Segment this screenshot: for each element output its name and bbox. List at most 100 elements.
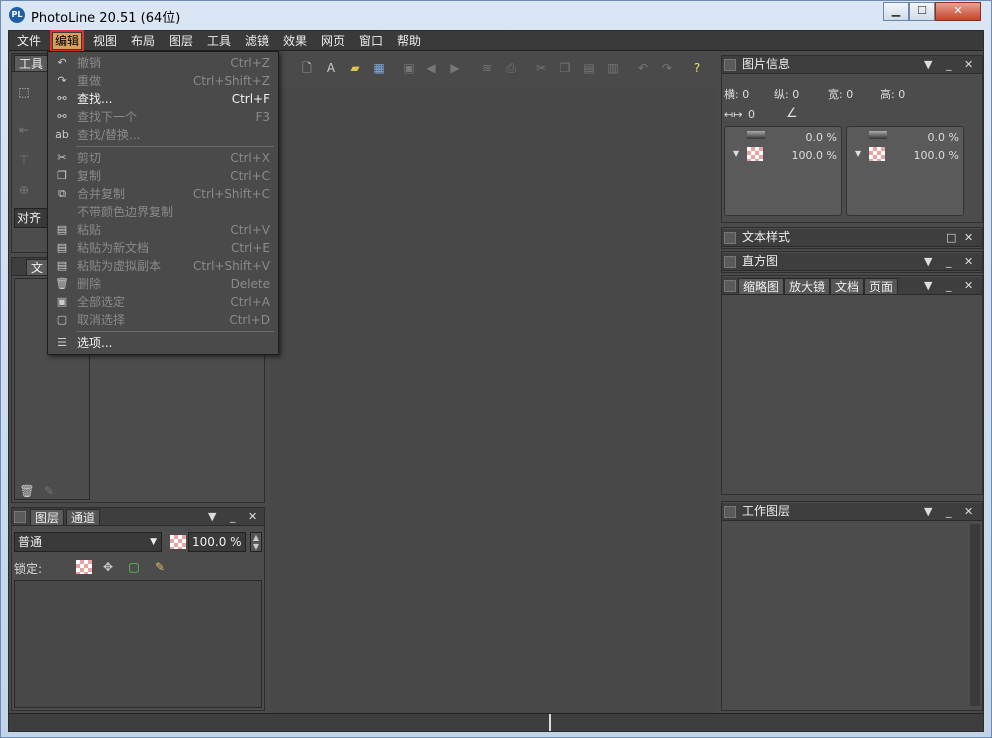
color-box-2[interactable]: 0.0 % ▼ 100.0 %: [846, 126, 964, 216]
edit-menu-item-5[interactable]: ✂ 剪切 Ctrl+X: [48, 149, 278, 167]
tab-document[interactable]: 文: [26, 259, 49, 276]
brush-panel-icon[interactable]: ✎: [41, 483, 57, 499]
panel-close-icon[interactable]: ✕: [964, 503, 973, 520]
tab-tools[interactable]: 工具: [14, 55, 49, 72]
paste-special-icon[interactable]: ▥: [605, 60, 621, 76]
edit-menu-item-14[interactable]: ▢ 取消选择 Ctrl+D: [48, 311, 278, 329]
edit-menu-item-1[interactable]: ↷ 重做 Ctrl+Shift+Z: [48, 72, 278, 90]
select-tool-icon[interactable]: ⬚: [16, 84, 32, 100]
minimize-button[interactable]: ▁: [883, 2, 909, 21]
panel-minimize-icon[interactable]: _: [946, 503, 952, 520]
scan-icon[interactable]: ≋: [479, 60, 495, 76]
panel-menu-arrow-icon[interactable]: ▼: [924, 503, 932, 520]
panel-minimize-icon[interactable]: _: [946, 277, 952, 294]
opacity-field[interactable]: 100.0 %: [188, 532, 246, 552]
align-left-icon[interactable]: ⇤: [16, 122, 32, 138]
menu-item-10[interactable]: 帮助: [395, 33, 423, 49]
edit-menu-item-3[interactable]: ⚯ 查找下一个 F3: [48, 108, 278, 126]
edit-menu-item-12[interactable]: 🗑 删除 Delete: [48, 275, 278, 293]
tab-document-nav[interactable]: 文档: [830, 278, 865, 295]
panel-close-icon[interactable]: ✕: [964, 56, 973, 73]
layers-list[interactable]: [14, 580, 262, 708]
edit-menu-item-9[interactable]: ▤ 粘贴 Ctrl+V: [48, 221, 278, 239]
new-document-icon[interactable]: 🗋: [299, 60, 315, 76]
tab-layers[interactable]: 图层: [30, 509, 65, 526]
lock-crop-icon[interactable]: ▢: [126, 559, 142, 575]
print-icon[interactable]: ⎙: [503, 60, 519, 76]
panel-close-icon[interactable]: ✕: [248, 508, 257, 525]
back-arrow-icon[interactable]: ◀: [423, 60, 439, 76]
panel-pin-icon[interactable]: [724, 59, 736, 71]
tab-magnifier[interactable]: 放大镜: [784, 278, 831, 295]
paste-toolbar-icon[interactable]: ▤: [581, 60, 597, 76]
menu-item-5[interactable]: 工具: [205, 33, 233, 49]
edit-menu-dropdown: ↶ 撤销 Ctrl+Z ↷ 重做 Ctrl+Shift+Z ⚯ 查找... Ctrl+F ⚯ 查找下…: [47, 51, 279, 355]
calendar-icon[interactable]: ▦: [371, 60, 387, 76]
panel-menu-arrow-icon[interactable]: ▼: [924, 277, 932, 294]
help-pointer-icon[interactable]: ?: [689, 60, 705, 76]
menu-item-8[interactable]: 网页: [319, 33, 347, 49]
panel-minimize-icon[interactable]: _: [946, 56, 952, 73]
maximize-button[interactable]: ☐: [909, 2, 935, 21]
menu-item-7[interactable]: 效果: [281, 33, 309, 49]
panel-menu-arrow-icon[interactable]: ▼: [208, 508, 216, 525]
panel-pin-icon[interactable]: [724, 256, 736, 268]
panel-pin-icon[interactable]: [724, 506, 736, 518]
redo-toolbar-icon[interactable]: ↷: [659, 60, 675, 76]
menu-item-2[interactable]: 视图: [91, 33, 119, 49]
lock-move-icon[interactable]: ✥: [100, 559, 116, 575]
find-replace-icon: ab: [55, 128, 69, 141]
menu-item-6[interactable]: 滤镜: [243, 33, 271, 49]
edit-menu-item-0[interactable]: ↶ 撤销 Ctrl+Z: [48, 54, 278, 72]
document-canvas-area[interactable]: [271, 87, 717, 713]
panel-pin-icon[interactable]: [724, 280, 736, 292]
panel-scrollbar[interactable]: [970, 524, 980, 706]
menu-item-0[interactable]: 文件: [15, 33, 43, 49]
close-button[interactable]: ✕: [935, 2, 981, 21]
menu-item-3[interactable]: 布局: [129, 33, 157, 49]
panel-close-icon[interactable]: ✕: [964, 277, 973, 294]
color-box-1[interactable]: 0.0 % ▼ 100.0 %: [724, 126, 842, 216]
new-text-icon[interactable]: A: [323, 60, 339, 76]
panel-minimize-icon[interactable]: _: [230, 508, 236, 525]
edit-menu-label: 粘贴为虚拟副本: [77, 259, 162, 273]
panel-close-icon[interactable]: ✕: [964, 229, 973, 246]
open-folder-icon[interactable]: ▰: [347, 60, 363, 76]
scissors-icon[interactable]: ✂: [533, 60, 549, 76]
lock-paint-icon[interactable]: ✎: [152, 559, 168, 575]
menu-item-9[interactable]: 窗口: [357, 33, 385, 49]
undo-toolbar-icon[interactable]: ↶: [635, 60, 651, 76]
opacity-stepper[interactable]: ▲ ▼: [250, 532, 262, 552]
tab-thumbnail[interactable]: 缩略图: [738, 278, 785, 295]
edit-menu-item-4[interactable]: ab 查找/替换...: [48, 126, 278, 144]
panel-menu-arrow-icon[interactable]: ▼: [924, 56, 932, 73]
edit-menu-item-10[interactable]: ▤ 粘贴为新文档 Ctrl+E: [48, 239, 278, 257]
edit-menu-item-2[interactable]: ⚯ 查找... Ctrl+F: [48, 90, 278, 108]
tab-page[interactable]: 页面: [864, 278, 899, 295]
lock-transparency-icon[interactable]: [76, 560, 92, 574]
edit-menu-item-15[interactable]: ☰ 选项...: [48, 334, 278, 352]
title-bar[interactable]: PL PhotoLine 20.51 (64位) ▁ ☐ ✕: [1, 1, 991, 30]
copy-toolbar-icon[interactable]: ❐: [557, 60, 573, 76]
panel-restore-icon[interactable]: □: [946, 229, 956, 246]
tab-channels[interactable]: 通道: [66, 509, 101, 526]
menu-item-4[interactable]: 图层: [167, 33, 195, 49]
align-to-dropdown[interactable]: 对齐到: [14, 208, 50, 228]
edit-menu-item-6[interactable]: ❐ 复制 Ctrl+C: [48, 167, 278, 185]
align-center-icon[interactable]: ⊕: [16, 182, 32, 198]
align-top-icon[interactable]: ⊤: [16, 152, 32, 168]
edit-menu-item-11[interactable]: ▤ 粘贴为虚拟副本 Ctrl+Shift+V: [48, 257, 278, 275]
menu-item-1[interactable]: 编辑: [49, 30, 85, 52]
panel-close-icon[interactable]: ✕: [964, 253, 973, 270]
edit-menu-item-7[interactable]: ⧉ 合并复制 Ctrl+Shift+C: [48, 185, 278, 203]
panel-minimize-icon[interactable]: _: [946, 253, 952, 270]
panel-menu-arrow-icon[interactable]: ▼: [924, 253, 932, 270]
panel-pin-icon[interactable]: [14, 511, 26, 523]
forward-arrow-icon[interactable]: ▶: [447, 60, 463, 76]
blend-mode-select[interactable]: 普通 ▼: [14, 532, 162, 552]
edit-menu-item-13[interactable]: ▣ 全部选定 Ctrl+A: [48, 293, 278, 311]
edit-menu-item-8[interactable]: 不带颜色边界复制: [48, 203, 278, 221]
trash-panel-icon[interactable]: 🗑: [19, 483, 35, 499]
panel-pin-icon[interactable]: [724, 232, 736, 244]
save-icon[interactable]: ▣: [401, 60, 417, 76]
